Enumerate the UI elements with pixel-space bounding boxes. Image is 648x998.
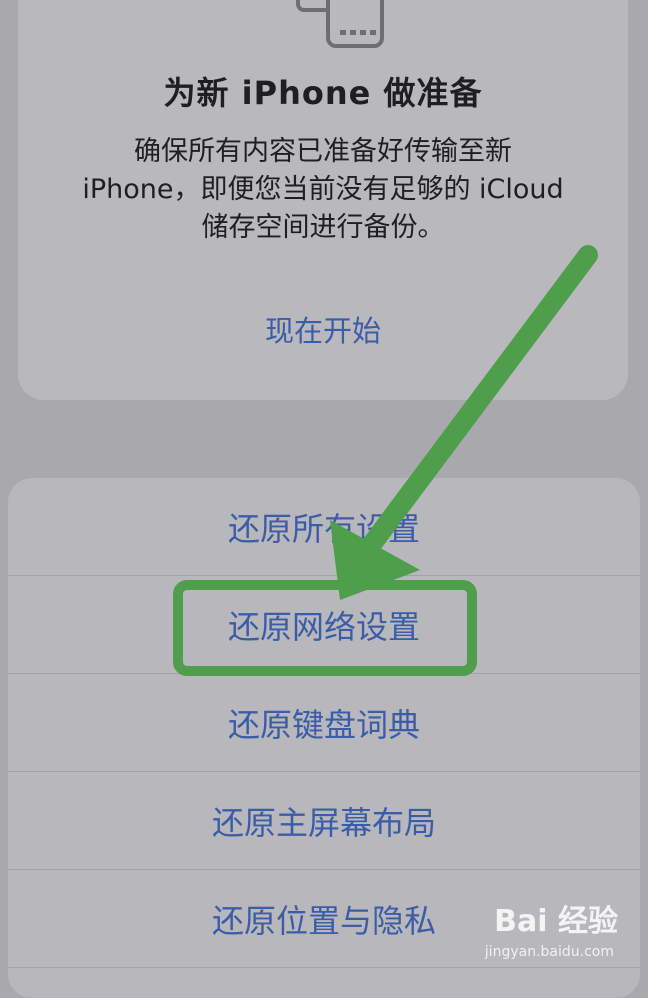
highlight-box bbox=[173, 580, 477, 676]
start-now-link[interactable]: 现在开始 bbox=[18, 308, 628, 350]
reset-home-screen-layout-button[interactable]: 还原主屏幕布局 bbox=[8, 772, 640, 870]
reset-all-settings-button[interactable]: 还原所有设置 bbox=[8, 478, 640, 576]
card-description: 确保所有内容已准备好传输至新 iPhone，即便您当前没有足够的 iCloud … bbox=[82, 136, 564, 243]
reset-keyboard-dictionary-button[interactable]: 还原键盘词典 bbox=[8, 674, 640, 772]
phone-transfer-icon bbox=[296, 0, 384, 48]
card-title: 为新 iPhone 做准备 bbox=[163, 74, 483, 112]
watermark-sub: jingyan.baidu.com bbox=[484, 944, 614, 960]
watermark: Bai 经验 bbox=[494, 904, 618, 939]
prepare-card: 为新 iPhone 做准备 确保所有内容已准备好传输至新 iPhone，即便您当… bbox=[18, 0, 628, 400]
